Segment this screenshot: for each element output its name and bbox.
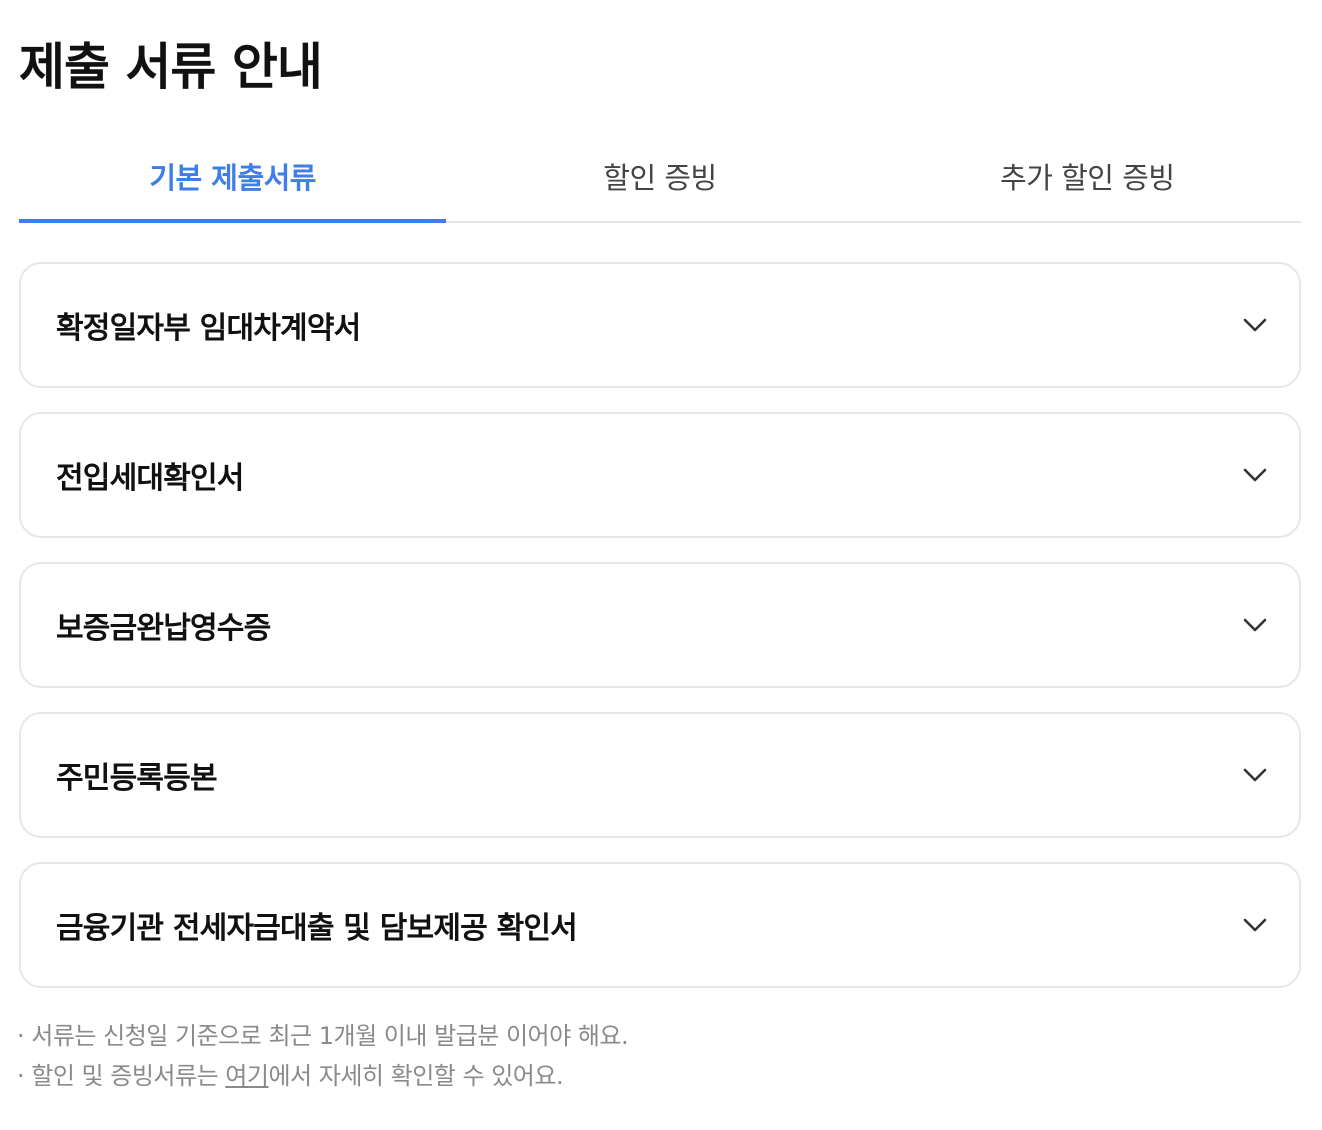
notes-list: 서류는 신청일 기준으로 최근 1개월 이내 발급분 이어야 해요. 할인 및 … (17, 1016, 628, 1096)
chevron-down-icon[interactable] (1241, 761, 1269, 789)
note-discount-docs: 할인 및 증빙서류는 여기에서 자세히 확인할 수 있어요. (17, 1056, 628, 1096)
note-issue-period: 서류는 신청일 기준으로 최근 1개월 이내 발급분 이어야 해요. (17, 1016, 628, 1056)
tab-additional-discount-proof[interactable]: 추가 할인 증빙 (874, 132, 1301, 221)
note-text-after: 에서 자세히 확인할 수 있어요. (268, 1062, 564, 1090)
accordion-item-label: 전입세대확인서 (56, 461, 244, 496)
chevron-down-icon[interactable] (1241, 611, 1269, 639)
accordion-item-label: 보증금완납영수증 (56, 611, 271, 646)
accordion-item-resident-household-check[interactable]: 전입세대확인서 (19, 412, 1301, 538)
page-title: 제출 서류 안내 (19, 38, 323, 96)
accordion-item-lease-contract[interactable]: 확정일자부 임대차계약서 (19, 262, 1301, 388)
here-link[interactable]: 여기 (225, 1062, 269, 1090)
accordion-item-deposit-receipt[interactable]: 보증금완납영수증 (19, 562, 1301, 688)
chevron-down-icon[interactable] (1241, 461, 1269, 489)
accordion-item-label: 확정일자부 임대차계약서 (56, 311, 361, 346)
accordion-item-label: 주민등록등본 (56, 761, 218, 796)
tab-basic-documents[interactable]: 기본 제출서류 (19, 132, 447, 223)
accordion-item-label: 금융기관 전세자금대출 및 담보제공 확인서 (56, 911, 578, 946)
accordion-item-resident-registration[interactable]: 주민등록등본 (19, 712, 1301, 838)
document-guide-page: 제출 서류 안내 기본 제출서류 할인 증빙 추가 할인 증빙 확정일자부 임대… (0, 0, 1322, 1130)
tab-discount-proof[interactable]: 할인 증빙 (446, 132, 873, 221)
tab-bar: 기본 제출서류 할인 증빙 추가 할인 증빙 (19, 132, 1301, 223)
note-text: 서류는 신청일 기준으로 최근 1개월 이내 발급분 이어야 해요. (31, 1022, 629, 1050)
document-accordion: 확정일자부 임대차계약서 전입세대확인서 보증금완납영수증 주민등록등본 금융기 (19, 262, 1301, 1012)
note-text-before: 할인 및 증빙서류는 (31, 1062, 226, 1090)
chevron-down-icon[interactable] (1241, 311, 1269, 339)
chevron-down-icon[interactable] (1241, 911, 1269, 939)
accordion-item-loan-collateral-confirmation[interactable]: 금융기관 전세자금대출 및 담보제공 확인서 (19, 862, 1301, 988)
